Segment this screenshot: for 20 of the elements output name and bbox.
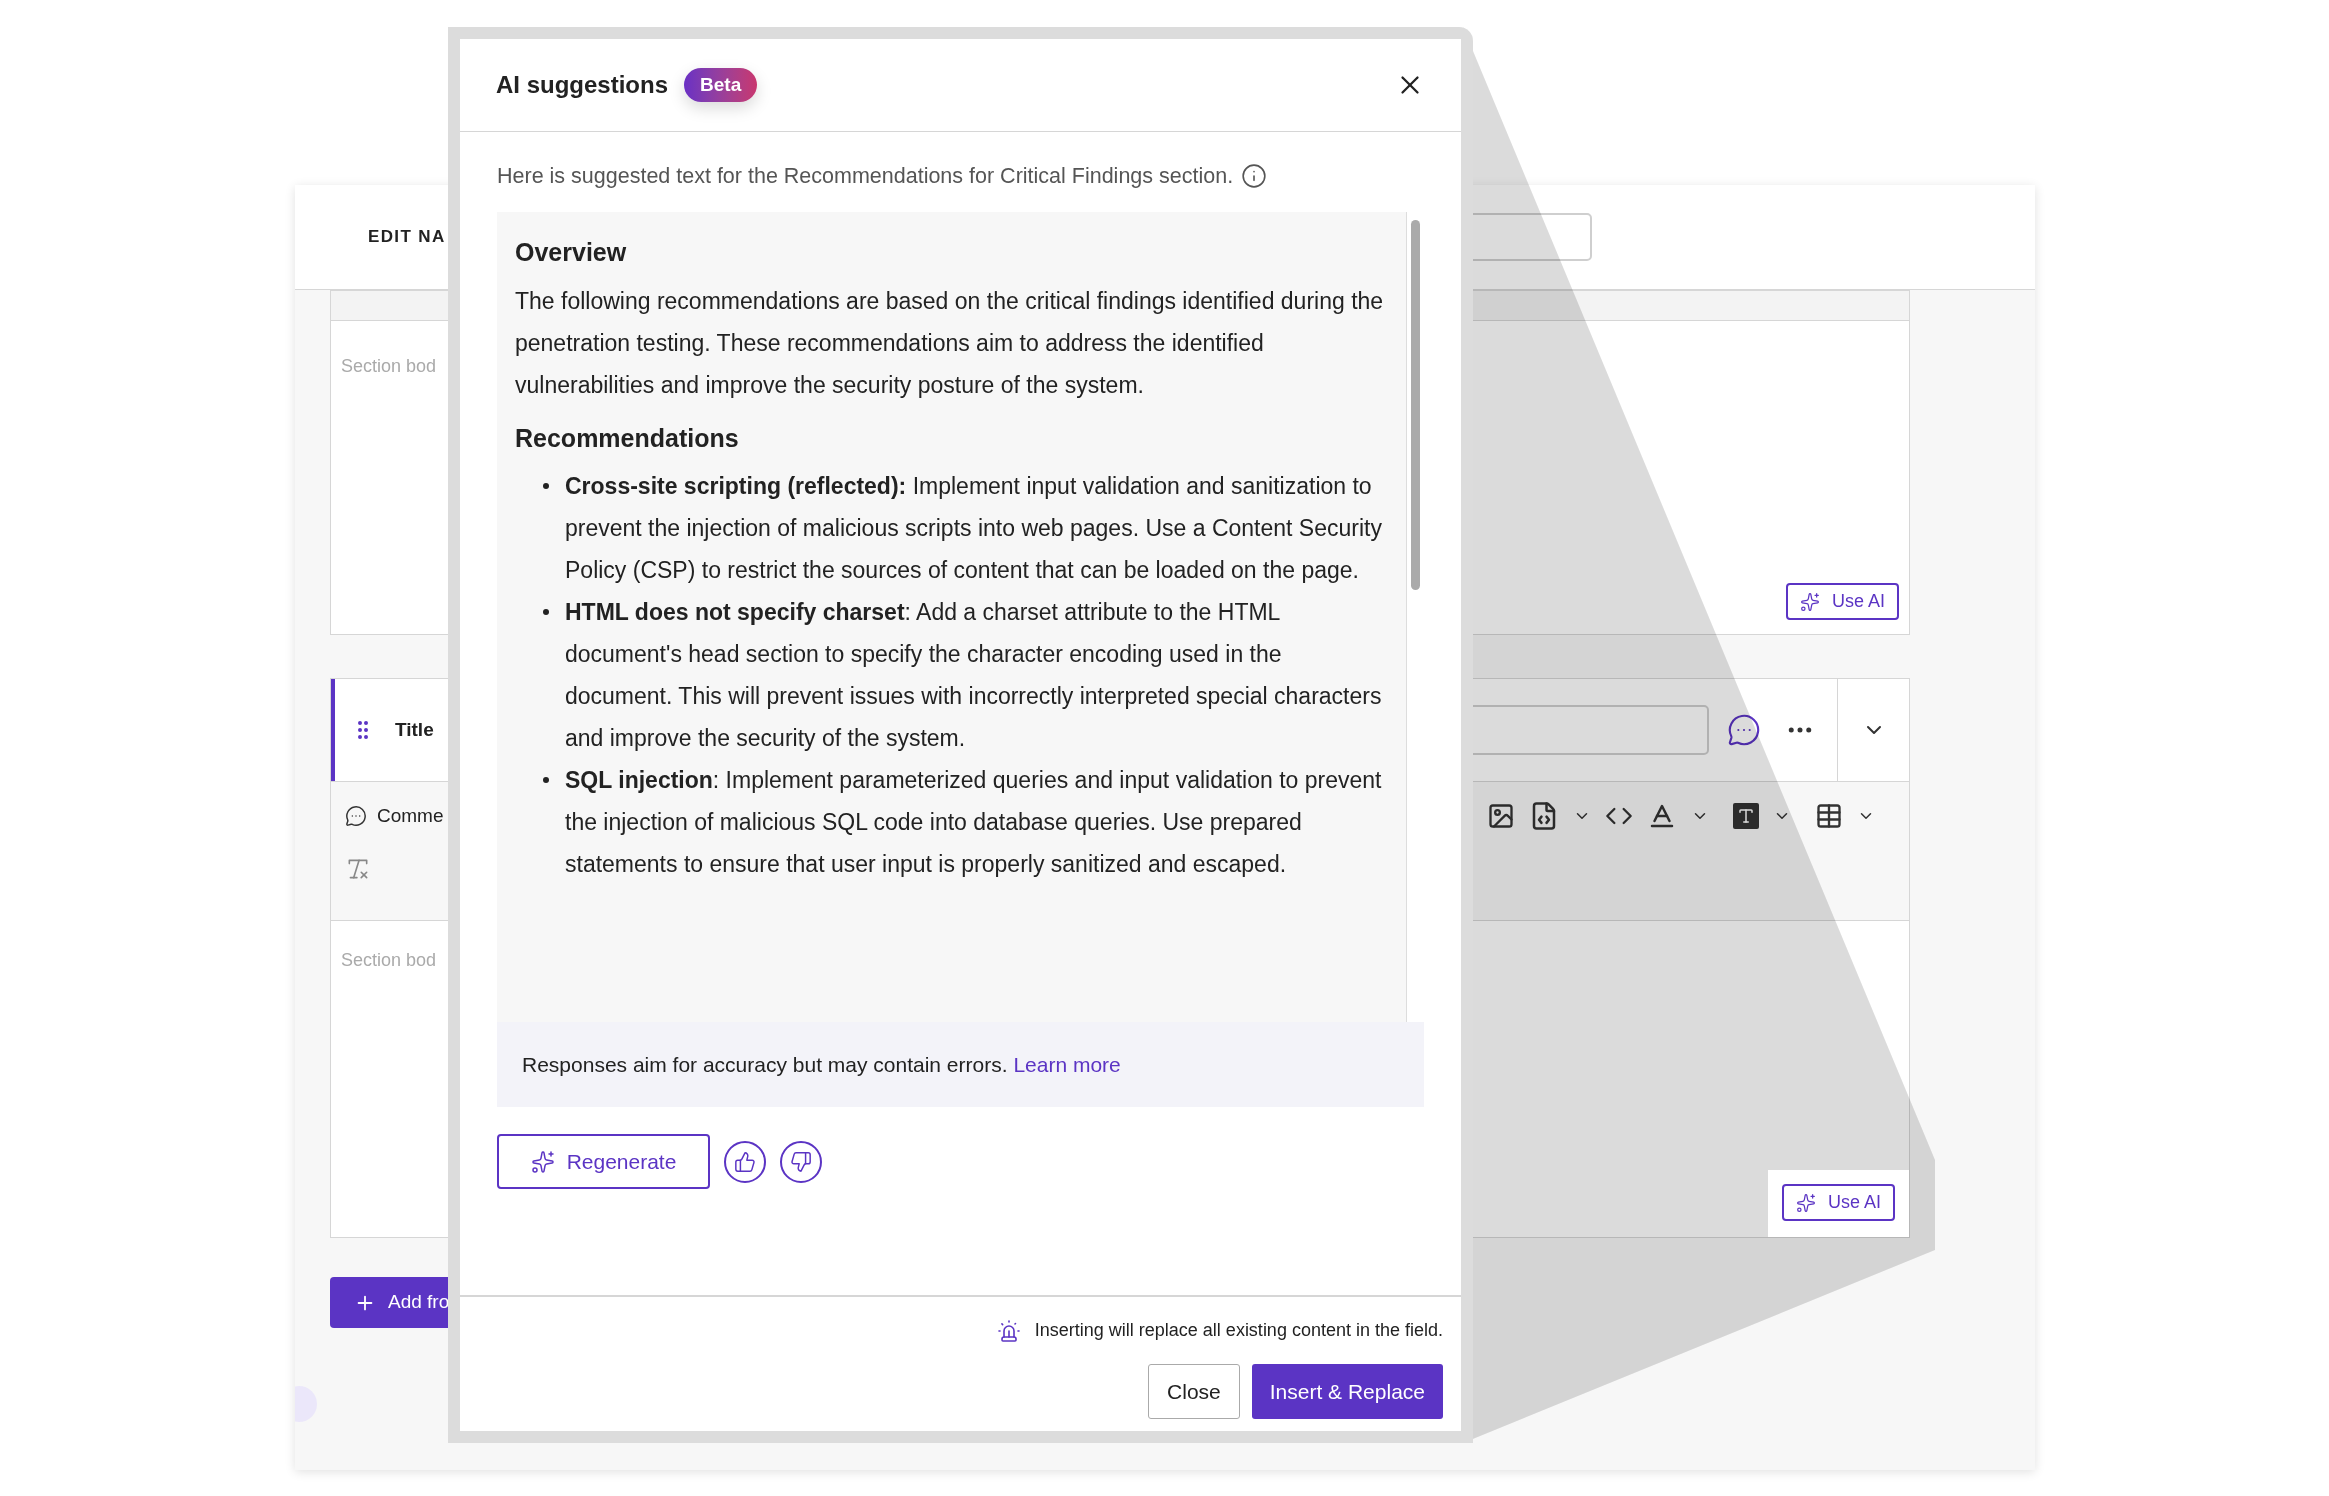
use-ai-button[interactable]: Use AI xyxy=(1785,583,1899,620)
bullet-text: Cross-site scripting (reflected): Implement input validation and sanitization to prevent the injection of malicious scripts into web pages. Use a Content Security Policy (CSP) to restrict the sources of content that can be loaded on the page. xyxy=(564,472,1383,586)
content-heading: Overview xyxy=(515,237,628,269)
learn-more-link[interactable]: Learn more xyxy=(1013,1053,1121,1076)
intro-text: Here is suggested text for the Recommendations for Critical Findings section. xyxy=(497,163,1234,190)
bullet-text: SQL injection: Implement parameterized queries and input validation to prevent the injection of malicious SQL code into database queries. Use prepared statements to ensure that user input is properly sanitized and escaped. xyxy=(564,766,1383,880)
close-button[interactable]: Close xyxy=(1148,1364,1240,1419)
page-title: EDIT NA xyxy=(368,226,446,249)
disclaimer-text: Responses aim for accuracy but may contain errors. Learn more xyxy=(522,1052,1121,1078)
comments-label[interactable]: Comme xyxy=(377,801,444,831)
content-paragraph: The following recommendations are based on the critical findings identified during the penetration testing. These recommendations aim to address the identified vulnerabilities and improve the security posture of the system. xyxy=(515,286,1385,400)
bullet-text: HTML does not specify charset: Add a charset attribute to the HTML document's head section to specify the character encoding used in the document. This will prevent issues with incorrectly interpreted special characters and improve the security of the system. xyxy=(564,598,1383,754)
regenerate-button[interactable]: Regenerate xyxy=(497,1134,710,1190)
use-ai-button[interactable]: Use AI xyxy=(1781,1184,1895,1221)
warning-text: Inserting will replace all existing content in the field. xyxy=(1034,1319,1443,1342)
section-title-label: Title xyxy=(395,717,434,742)
content-heading: Recommendations xyxy=(515,422,740,454)
beta-badge: Beta xyxy=(684,68,758,102)
insert-replace-button[interactable]: Insert & Replace xyxy=(1251,1364,1443,1419)
dialog-title: AI suggestions xyxy=(496,70,669,100)
